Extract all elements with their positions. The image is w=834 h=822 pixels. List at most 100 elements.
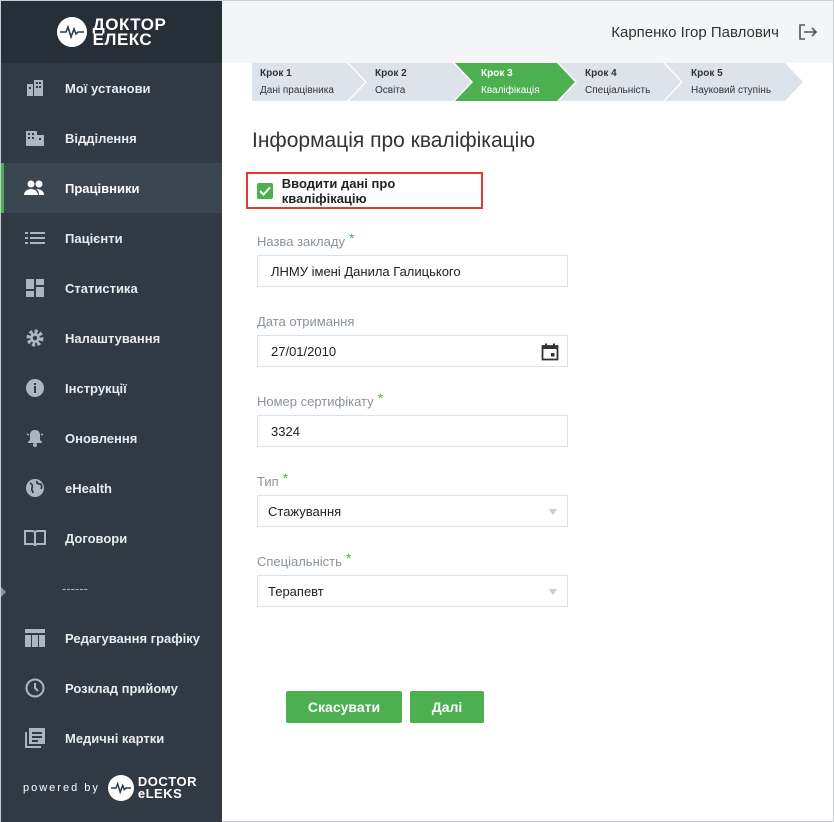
sidebar-item-employees[interactable]: Працівники [1, 163, 222, 213]
book-icon [24, 527, 46, 549]
institution-input[interactable]: ЛНМУ імені Данила Галицького [257, 255, 568, 287]
required-mark: * [348, 230, 355, 246]
user-name[interactable]: Карпенко Ігор Павлович [611, 24, 779, 41]
sidebar-item-settings[interactable]: Налаштування [1, 313, 222, 363]
required-mark: * [377, 390, 384, 406]
wizard-stepper: Крок 1 Дані працівника Крок 2 Освіта Кро… [252, 63, 805, 101]
step-number: Крок 4 [585, 68, 617, 79]
step-number: Крок 2 [375, 68, 407, 79]
specialty-label: Спеціальність * [257, 550, 352, 569]
sidebar-separator: ------ [62, 580, 88, 596]
sidebar-item-appointments[interactable]: Розклад прийому [1, 663, 222, 713]
sidebar-item-label: Оновлення [65, 430, 138, 446]
step-label: Освіта [375, 85, 406, 96]
institution-label: Назва закладу * [257, 230, 355, 249]
page-title: Інформація про кваліфікацію [252, 129, 536, 152]
header: Карпенко Ігор Павлович [222, 1, 833, 63]
checkbox-label: Вводити дані про кваліфікацію [281, 175, 396, 206]
certificate-input[interactable]: 3324 [257, 415, 568, 447]
footer-logo-line2: eLEKS [137, 786, 183, 801]
certificate-label: Номер сертифікату * [257, 390, 384, 409]
calendar-icon[interactable] [541, 343, 559, 361]
specialty-value: Терапевт [268, 583, 324, 599]
cancel-button[interactable]: Скасувати [286, 691, 402, 723]
people-icon [24, 177, 46, 199]
footer-logo: DOCTOR eLEKS [107, 775, 197, 801]
sidebar-item-label: Інструкції [65, 380, 127, 396]
sidebar-item-schedule-edit[interactable]: Редагування графіку [1, 613, 222, 663]
sidebar: ДОКТОР ЕЛЕКС Мої установи Відділення Пра… [1, 1, 222, 822]
step-number: Крок 3 [481, 68, 513, 79]
sidebar-item-medical-records[interactable]: Медичні картки [1, 713, 222, 763]
specialty-select[interactable]: Терапевт [257, 575, 568, 607]
table-icon [24, 627, 46, 649]
sidebar-item-label: Працівники [65, 180, 140, 196]
sidebar-item-patients[interactable]: Пацієнти [1, 213, 222, 263]
sidebar-item-my-institutions[interactable]: Мої установи [1, 63, 222, 113]
dashboard-icon [24, 277, 46, 299]
date-label: Дата отримання [257, 314, 354, 329]
type-value: Стажування [268, 503, 342, 519]
sidebar-item-label: Договори [65, 530, 128, 546]
institution-value: ЛНМУ імені Данила Галицького [271, 263, 461, 279]
certificate-value: 3324 [271, 423, 300, 439]
qualification-checkbox-row[interactable]: Вводити дані про кваліфікацію [246, 172, 483, 209]
gear-icon [24, 327, 46, 349]
sidebar-item-label: eHealth [65, 480, 112, 496]
sidebar-item-ehealth[interactable]: eHealth [1, 463, 222, 513]
powered-by-text: powered by [23, 782, 100, 794]
sidebar-item-label: Розклад прийому [65, 680, 178, 696]
building-icon [24, 127, 46, 149]
logo-text: ДОКТОР ЕЛЕКС [92, 16, 167, 49]
checkmark-icon [259, 186, 271, 196]
step-5[interactable]: Крок 5 Науковий ступінь [665, 63, 805, 101]
footer-logo-pulse-icon [107, 775, 134, 801]
certificate-label-text: Номер сертифікату [257, 394, 374, 409]
sidebar-item-contracts[interactable]: Договори [1, 513, 222, 563]
sidebar-collapse-handle[interactable] [1, 587, 6, 597]
records-icon [24, 727, 46, 749]
clock-icon [24, 677, 46, 699]
sidebar-item-label: Пацієнти [65, 230, 123, 246]
step-number: Крок 1 [260, 68, 292, 79]
qualification-checkbox[interactable] [257, 182, 273, 199]
step-label: Кваліфікація [481, 85, 540, 96]
sidebar-item-label: Редагування графіку [65, 630, 200, 646]
step-label: Спеціальність [585, 85, 651, 96]
sidebar-item-label: Налаштування [65, 330, 161, 346]
buildings-icon [24, 77, 46, 99]
required-mark: * [282, 470, 289, 486]
info-icon [24, 377, 46, 399]
sidebar-item-label: Відділення [65, 130, 137, 146]
step-label: Дані працівника [260, 85, 334, 96]
next-button[interactable]: Далі [410, 691, 484, 723]
type-label-text: Тип [257, 474, 279, 489]
sidebar-item-departments[interactable]: Відділення [1, 113, 222, 163]
logo-pulse-icon [56, 17, 87, 47]
date-value: 27/01/2010 [271, 343, 337, 359]
logout-icon[interactable] [797, 21, 819, 43]
sidebar-item-label: Статистика [65, 280, 138, 296]
date-input[interactable]: 27/01/2010 [257, 335, 568, 367]
required-mark: * [345, 550, 352, 566]
logo-line2: ЕЛЕКС [92, 30, 153, 49]
dropdown-caret-icon [549, 589, 557, 595]
sidebar-item-label: Медичні картки [65, 730, 165, 746]
footer-logo-text: DOCTOR eLEKS [137, 775, 197, 801]
bell-icon [24, 427, 46, 449]
step-number: Крок 5 [691, 68, 723, 79]
type-label: Тип * [257, 470, 289, 489]
powered-by: powered by DOCTOR eLEKS [23, 775, 197, 801]
sidebar-item-updates[interactable]: Оновлення [1, 413, 222, 463]
sidebar-item-label: Мої установи [65, 80, 151, 96]
dropdown-caret-icon [549, 509, 557, 515]
sidebar-nav: Мої установи Відділення Працівники Паціє… [1, 63, 222, 763]
step-label: Науковий ступінь [691, 85, 772, 96]
sidebar-item-statistics[interactable]: Статистика [1, 263, 222, 313]
globe-icon [24, 477, 46, 499]
sidebar-item-instructions[interactable]: Інструкції [1, 363, 222, 413]
brand-logo[interactable]: ДОКТОР ЕЛЕКС [1, 1, 222, 63]
type-select[interactable]: Стажування [257, 495, 568, 527]
institution-label-text: Назва закладу [257, 234, 345, 249]
step-1[interactable]: Крок 1 Дані працівника [252, 63, 367, 101]
